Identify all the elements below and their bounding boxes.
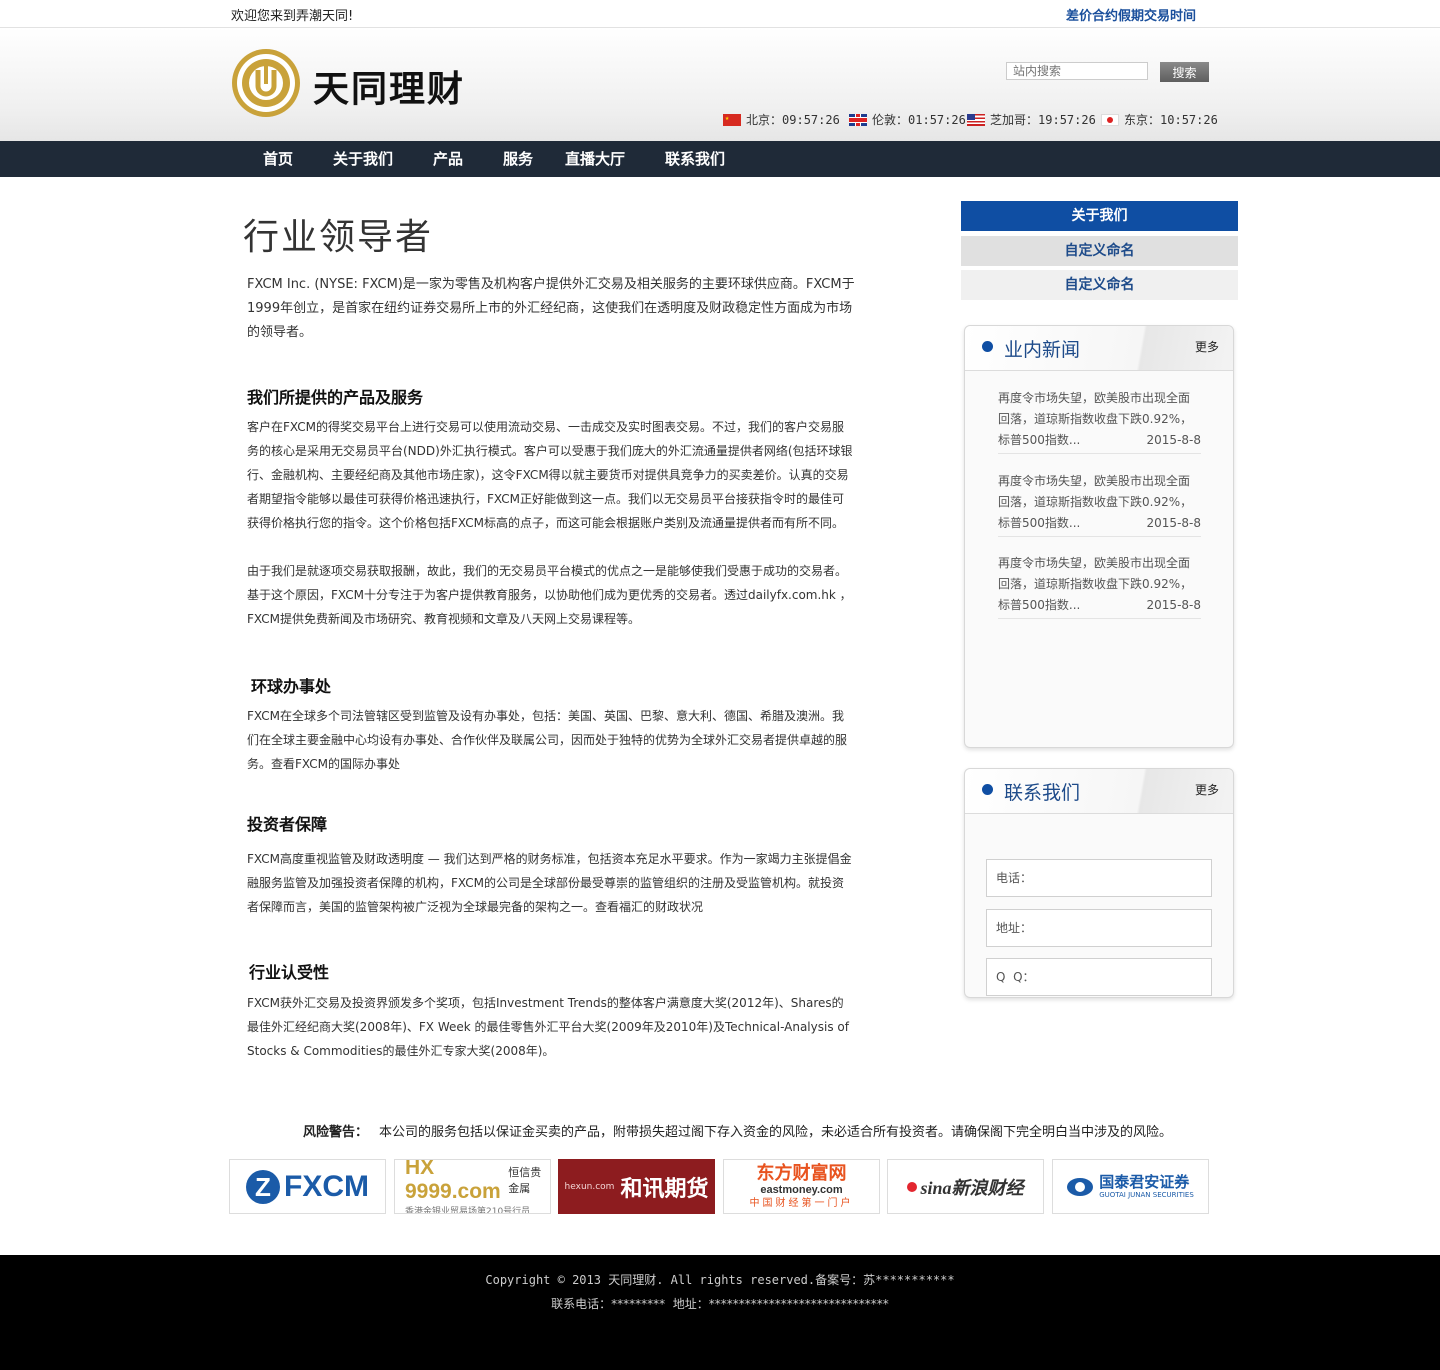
clock-time: 19:57:26 [1038, 113, 1096, 127]
sidebar-tab-custom-1[interactable]: 自定义命名 [961, 236, 1238, 266]
risk-warning-label: 风险警告： [303, 1125, 369, 1140]
section-body-products: 客户在FXCM的得奖交易平台上进行交易可以使用流动交易、一击成交及实时图表交易。… [247, 420, 853, 530]
clock-time: 10:57:26 [1160, 113, 1218, 127]
partner-name: 东方财富网 [756, 1162, 847, 1184]
clock-tokyo: 东京：10:57:26 [1101, 113, 1218, 127]
page-title: 行业领导者 [243, 217, 434, 258]
nav-products[interactable]: 产品 [433, 141, 463, 177]
sidebar-tab-custom-2[interactable]: 自定义命名 [961, 270, 1238, 300]
footer-copyright: Copyright © 2013 天同理财. All rights reserv… [485, 1273, 955, 1287]
footer-contact: 联系电话：********* 地址：**********************… [551, 1297, 889, 1311]
clock-time: 01:57:26 [908, 113, 966, 127]
partner-name: HX 9999.com [405, 1159, 501, 1203]
qq-field: Q Q： [986, 958, 1212, 996]
holiday-trading-link[interactable]: 差价合约假期交易时间 [1066, 5, 1196, 24]
gtja-text: 国泰君安证券 GUOTAI JUNAN SECURITIES [1099, 1172, 1194, 1200]
search-input[interactable] [1006, 62, 1148, 80]
nav-home[interactable]: 首页 [263, 141, 293, 177]
nav-live-hall[interactable]: 直播大厅 [565, 141, 625, 177]
section-body-products-2: 由于我们是就逐项交易获取报酬，故此，我们的无交易员平台模式的优点之一是能够使我们… [247, 564, 852, 626]
partner-subtitle: eastmoney.com [760, 1183, 843, 1196]
clock-chicago: 芝加哥：19:57:26 [967, 113, 1096, 127]
partner-logo-gtja[interactable]: 国泰君安证券 GUOTAI JUNAN SECURITIES [1052, 1159, 1209, 1214]
partner-subtitle: GUOTAI JUNAN SECURITIES [1099, 1190, 1194, 1199]
us-flag-icon [967, 114, 985, 126]
clock-city: 芝加哥 [990, 113, 1027, 127]
partner-name: FXCM [284, 1169, 369, 1203]
news-panel-title: 业内新闻 [1004, 339, 1081, 361]
logo-icon[interactable] [231, 48, 301, 118]
section-body-offices: FXCM在全球多个司法管辖区受到监管及设有办事处，包括：美国、英国、巴黎、意大利… [247, 709, 848, 771]
section-heading-offices: 环球办事处 [251, 677, 332, 696]
address-field: 地址： [986, 909, 1212, 947]
partner-subtitle: 恒信贵金属 [508, 1166, 542, 1195]
sidebar-tab-about[interactable]: 关于我们 [961, 201, 1238, 231]
cn-flag-icon [723, 114, 741, 126]
news-item[interactable]: 再度令市场失望，欧美股市出现全面回落，道琼斯指数收盘下跌0.92%，标普500指… [998, 388, 1201, 454]
clock-london: 伦敦：01:57:26 [849, 113, 966, 127]
clock-time: 09:57:26 [782, 113, 840, 127]
partner-logo-eastmoney[interactable]: 东方财富网 eastmoney.com 中国财经第一门户 [723, 1159, 880, 1214]
news-item-date: 2015-8-8 [1146, 433, 1201, 447]
clock-city: 伦敦 [872, 113, 897, 127]
logo-text[interactable]: 天同理财 [313, 60, 465, 112]
search-button[interactable]: 搜索 [1160, 62, 1209, 82]
section-body-investor-protection: FXCM高度重视监管及财政透明度 — 我们达到严格的财务标准，包括资本充足水平要… [247, 852, 852, 914]
uk-flag-icon [849, 114, 867, 126]
section-body-recognition: FXCM获外汇交易及投资界颁发多个奖项，包括Investment Trends的… [247, 996, 849, 1058]
news-item[interactable]: 再度令市场失望，欧美股市出现全面回落，道琼斯指数收盘下跌0.92%，标普500指… [998, 471, 1201, 537]
risk-warning-text: 本公司的服务包括以保证金买卖的产品，附带损失超过阁下存入资金的风险，未必适合所有… [379, 1125, 1173, 1140]
partner-logo-fxcm[interactable]: Z FXCM [229, 1159, 386, 1214]
partner-tagline: 香港金银业贸易场第210号行员 [405, 1207, 531, 1214]
nav-about[interactable]: 关于我们 [333, 141, 393, 177]
clock-city: 北京 [746, 113, 771, 127]
news-more-link[interactable]: 更多 [1195, 338, 1219, 355]
contact-panel-header: 联系我们 更多 [965, 769, 1233, 814]
contact-panel-title: 联系我们 [1004, 782, 1081, 804]
news-panel-header: 业内新闻 更多 [965, 326, 1233, 371]
partner-name: sina新浪财经 [920, 1177, 1024, 1198]
partner-logo-hexun[interactable]: hexun.com 和讯期货 [558, 1159, 715, 1214]
news-item-date: 2015-8-8 [1146, 516, 1201, 530]
news-item[interactable]: 再度令市场失望，欧美股市出现全面回落，道琼斯指数收盘下跌0.92%，标普500指… [998, 553, 1201, 619]
bullet-icon [982, 784, 993, 795]
welcome-text: 欢迎您来到弄潮天同! [231, 9, 354, 24]
gtja-logo-icon [1067, 1177, 1094, 1196]
bullet-icon [982, 341, 993, 352]
nav-contact[interactable]: 联系我们 [665, 141, 725, 177]
partner-logo-sina[interactable]: sina新浪财经 [887, 1159, 1044, 1214]
intro-paragraph: FXCM Inc. (NYSE: FXCM)是一家为零售及机构客户提供外汇交易及… [247, 277, 855, 340]
section-heading-investor-protection: 投资者保障 [247, 815, 328, 834]
section-heading-products: 我们所提供的产品及服务 [247, 388, 424, 407]
partner-logo-hx9999[interactable]: HX 9999.com 恒信贵金属 香港金银业贸易场第210号行员 [394, 1159, 551, 1214]
fxcm-logo-icon: Z [246, 1169, 280, 1204]
contact-more-link[interactable]: 更多 [1195, 781, 1219, 798]
header [0, 28, 1440, 141]
partner-tagline: 中国财经第一门户 [749, 1197, 854, 1209]
partner-name: 和讯期货 [620, 1176, 709, 1202]
sina-eye-icon [907, 1181, 918, 1192]
clock-beijing: 北京：09:57:26 [723, 113, 840, 127]
partner-name: 国泰君安证券 [1099, 1172, 1190, 1191]
phone-field: 电话： [986, 859, 1212, 897]
jp-flag-icon [1101, 114, 1119, 126]
news-item-date: 2015-8-8 [1146, 598, 1201, 612]
partner-subtitle: hexun.com [564, 1181, 615, 1192]
clock-city: 东京 [1124, 113, 1149, 127]
nav-services[interactable]: 服务 [503, 141, 533, 177]
top-bar [0, 0, 1440, 28]
section-heading-recognition: 行业认受性 [249, 963, 330, 982]
